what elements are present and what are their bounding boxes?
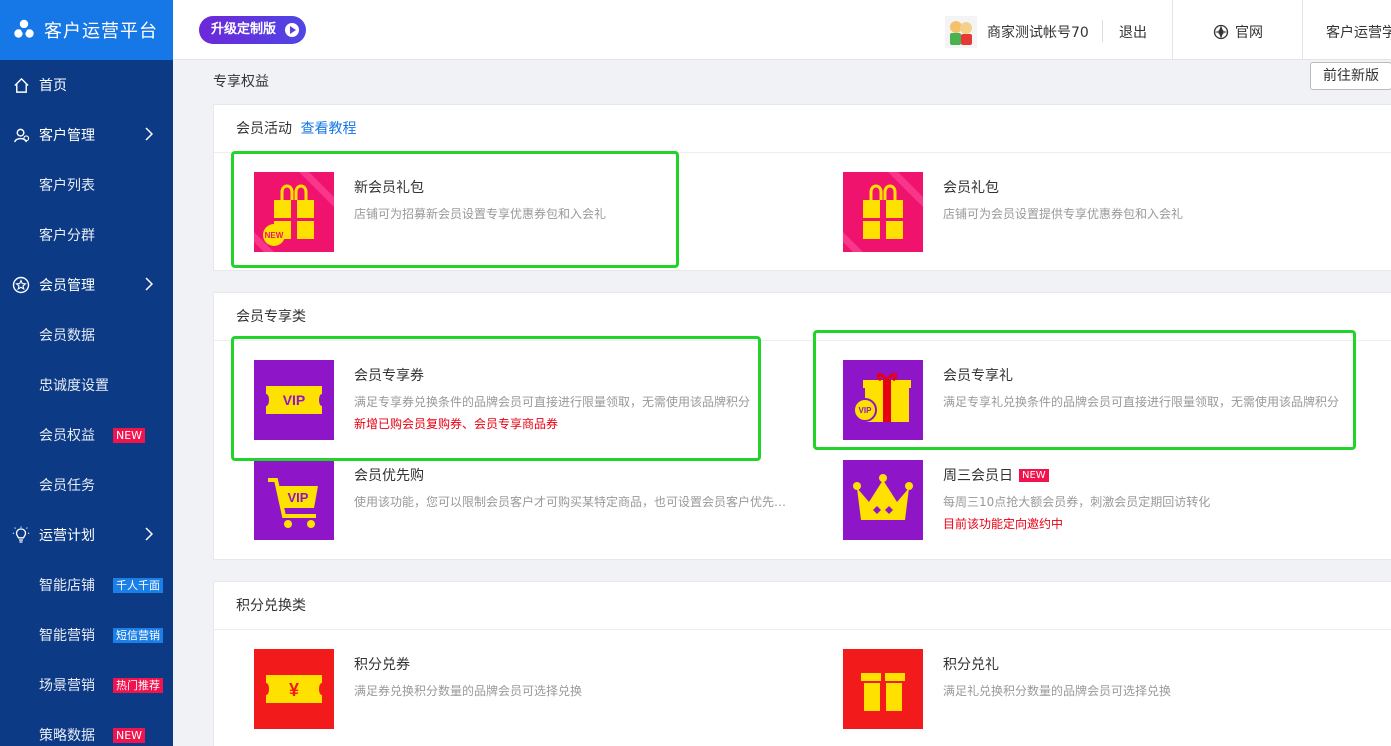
sms-marketing-badge: 短信营销 xyxy=(113,627,163,643)
sidebar-item-label: 忠诚度设置 xyxy=(39,378,109,394)
sidebar-item-label: 智能店铺 xyxy=(39,578,95,594)
new-badge: NEW xyxy=(1019,469,1049,482)
divider xyxy=(1172,0,1173,60)
highlight-box xyxy=(813,330,1356,450)
brand-logo-icon xyxy=(14,19,34,38)
sidebar-item-label: 会员管理 xyxy=(39,278,95,294)
gift-bag-icon xyxy=(843,172,923,252)
account-name[interactable]: 商家测试帐号70 xyxy=(987,22,1089,42)
item-name: 积分兑券 xyxy=(354,657,410,673)
sidebar-item-label: 客户分群 xyxy=(39,228,95,244)
vip-cart-icon: VIP xyxy=(254,460,334,540)
benefit-item-points-coupon[interactable]: ¥ 积分兑券 满足券兑换积分数量的品牌会员可选择兑换 xyxy=(254,649,814,733)
official-site-link[interactable]: 官网 xyxy=(1213,22,1263,42)
highlight-box xyxy=(231,336,761,461)
upgrade-button[interactable]: 升级定制版 xyxy=(199,16,307,44)
yen-ticket-icon: ¥ xyxy=(254,649,334,729)
academy-link[interactable]: 客户运营学 xyxy=(1326,22,1391,42)
sidebar-item-label: 首页 xyxy=(39,78,67,94)
page-title: 专享权益 xyxy=(213,74,269,90)
sidebar-item-member-tasks[interactable]: 会员任务 xyxy=(0,460,173,510)
highlight-box xyxy=(231,151,679,268)
sidebar-item-label: 策略数据 xyxy=(39,728,95,744)
personalized-badge: 千人千面 xyxy=(113,577,163,593)
sidebar-item-loyalty-settings[interactable]: 忠诚度设置 xyxy=(0,360,173,410)
item-desc: 每周三10点抢大额会员券，刺激会员定期回访转化 xyxy=(943,495,1211,509)
item-desc: 满足券兑换积分数量的品牌会员可选择兑换 xyxy=(354,684,583,698)
sidebar-item-label: 客户管理 xyxy=(39,128,95,144)
view-tutorial-link[interactable]: 查看教程 xyxy=(300,121,356,137)
section-title-text: 会员专享类 xyxy=(236,309,306,325)
sidebar-item-label: 会员任务 xyxy=(39,478,95,494)
avatar[interactable] xyxy=(945,16,977,48)
sidebar-item-label: 会员数据 xyxy=(39,328,95,344)
sidebar-item-member-benefits[interactable]: 会员权益 NEW xyxy=(0,410,173,460)
user-icon xyxy=(12,126,30,144)
sidebar-item-member-management[interactable]: 会员管理 xyxy=(0,260,173,310)
item-name: 周三会员日 NEW xyxy=(943,465,1049,485)
vip-label: VIP xyxy=(288,490,309,505)
official-site-label: 官网 xyxy=(1235,25,1263,41)
top-header: 升级定制版 商家测试帐号70 退出 官网 客户运营学 xyxy=(173,0,1391,60)
sidebar-item-customer-management[interactable]: 客户管理 xyxy=(0,110,173,160)
home-icon xyxy=(12,76,30,94)
play-icon xyxy=(285,23,300,37)
section-title-text: 积分兑换类 xyxy=(236,598,306,614)
new-badge: NEW xyxy=(113,427,146,443)
sidebar-item-label: 客户列表 xyxy=(39,178,95,194)
sidebar-item-label: 会员权益 xyxy=(39,428,95,444)
item-name: 会员优先购 xyxy=(354,468,424,484)
official-site-icon xyxy=(1213,24,1229,40)
item-desc: 满足礼兑换积分数量的品牌会员可选择兑换 xyxy=(943,684,1172,698)
sidebar-item-smart-marketing[interactable]: 智能营销 短信营销 xyxy=(0,610,173,660)
hot-badge: 热门推荐 xyxy=(113,677,163,693)
sidebar: 客户运营平台 首页 客户管理 客户列表 客户分群 会员管理 会员数据 忠诚度设置… xyxy=(0,0,173,746)
lightbulb-icon xyxy=(12,526,30,544)
upgrade-label: 升级定制版 xyxy=(211,22,277,37)
chevron-right-icon xyxy=(145,527,153,541)
brand-title: 客户运营平台 xyxy=(44,21,158,42)
brand[interactable]: 客户运营平台 xyxy=(0,0,173,60)
sidebar-item-home[interactable]: 首页 xyxy=(0,60,173,110)
item-desc: 使用该功能，您可以限制会员客户才可购买某特定商品，也可设置会员客户优先… xyxy=(354,495,787,509)
benefit-item-priority-purchase[interactable]: VIP 会员优先购 使用该功能，您可以限制会员客户才可购买某特定商品，也可设置会… xyxy=(254,460,814,544)
item-name: 会员礼包 xyxy=(943,180,999,196)
crown-icon xyxy=(843,460,923,540)
item-name: 积分兑礼 xyxy=(943,657,999,673)
chevron-right-icon xyxy=(145,127,153,141)
new-badge: NEW xyxy=(113,727,146,743)
gift-box-icon xyxy=(843,649,923,729)
chevron-right-icon xyxy=(145,277,153,291)
sidebar-item-member-data[interactable]: 会员数据 xyxy=(0,310,173,360)
benefit-item-member-gift[interactable]: 会员礼包 店铺可为会员设置提供专享优惠券包和入会礼 xyxy=(843,172,1391,256)
section-points-exchange: 积分兑换类 ¥ 积分兑券 满足券兑换积分数量的品牌会员可选择兑换 积分兑礼 满足… xyxy=(213,581,1391,746)
sidebar-item-label: 运营计划 xyxy=(39,528,95,544)
sidebar-item-scene-marketing[interactable]: 场景营销 热门推荐 xyxy=(0,660,173,710)
benefit-item-wednesday-member-day[interactable]: 周三会员日 NEW 每周三10点抢大额会员券，刺激会员定期回访转化 目前该功能定向… xyxy=(843,460,1391,544)
sidebar-item-customer-list[interactable]: 客户列表 xyxy=(0,160,173,210)
sidebar-item-label: 智能营销 xyxy=(39,628,95,644)
go-new-version-button[interactable]: 前往新版 xyxy=(1310,62,1391,90)
divider xyxy=(1102,20,1103,42)
sidebar-item-operation-plan[interactable]: 运营计划 xyxy=(0,510,173,560)
item-name-text: 周三会员日 xyxy=(943,468,1013,484)
item-desc: 店铺可为会员设置提供专享优惠券包和入会礼 xyxy=(943,207,1184,221)
main-content: 专享权益 前往新版 会员活动 查看教程 NEW 新会员礼包 店铺可为招募新会员设… xyxy=(173,61,1391,746)
section-title-text: 会员活动 xyxy=(236,121,292,137)
sidebar-item-smart-store[interactable]: 智能店铺 千人千面 xyxy=(0,560,173,610)
sidebar-item-customer-segments[interactable]: 客户分群 xyxy=(0,210,173,260)
logout-link[interactable]: 退出 xyxy=(1119,22,1147,42)
divider xyxy=(1302,0,1303,60)
sidebar-item-strategy-data[interactable]: 策略数据 NEW xyxy=(0,710,173,746)
benefit-item-points-gift[interactable]: 积分兑礼 满足礼兑换积分数量的品牌会员可选择兑换 xyxy=(843,649,1391,733)
sidebar-item-label: 场景营销 xyxy=(39,678,95,694)
section-title: 会员活动 查看教程 xyxy=(214,105,1391,153)
yen-label: ¥ xyxy=(289,680,299,700)
star-icon xyxy=(12,276,30,294)
section-title: 积分兑换类 xyxy=(214,582,1391,630)
item-note: 目前该功能定向邀约中 xyxy=(943,517,1064,531)
